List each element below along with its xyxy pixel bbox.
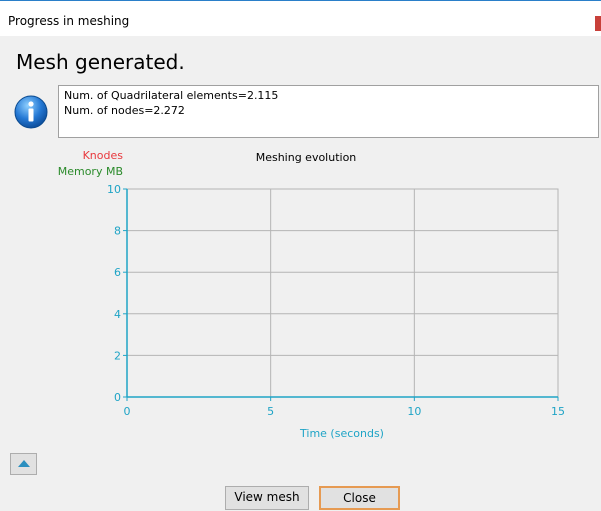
y-axis-label-knodes: Knodes	[83, 149, 124, 162]
chart-title: Meshing evolution	[256, 151, 357, 164]
view-mesh-button[interactable]: View mesh	[225, 486, 309, 510]
y-tick-label: 2	[114, 349, 121, 362]
x-tick-label: 15	[551, 405, 565, 418]
meshing-evolution-chart: 0 5 10 15 0 2 4 6 8 10 Meshing evolution Knodes M…	[58, 149, 565, 440]
window-title: Progress in meshing	[8, 14, 130, 28]
y-tick-label: 0	[114, 391, 121, 404]
title-bar: Progress in meshing	[0, 0, 601, 36]
status-heading: Mesh generated.	[16, 50, 185, 74]
plot-frame	[126, 188, 559, 398]
chart-axes: 0 5 10 15 0 2 4 6 8 10	[107, 183, 565, 418]
close-button[interactable]: Close	[319, 486, 400, 510]
message-elements: Num. of Quadrilateral elements=2.115	[64, 89, 279, 102]
x-axis-label: Time (seconds)	[299, 427, 384, 440]
collapse-button[interactable]	[10, 453, 37, 475]
close-window-button[interactable]	[595, 16, 601, 31]
message-nodes: Num. of nodes=2.272	[64, 104, 185, 117]
y-tick-label: 10	[107, 183, 121, 196]
y-tick-label: 6	[114, 266, 121, 279]
triangle-up-icon	[18, 460, 30, 467]
message-box: Num. of Quadrilateral elements=2.115 Num…	[58, 85, 599, 138]
x-tick-label: 0	[124, 405, 131, 418]
x-tick-label: 10	[407, 405, 421, 418]
x-tick-label: 5	[267, 405, 274, 418]
y-tick-label: 4	[114, 308, 121, 321]
y-axis-label-memory: Memory MB	[58, 165, 123, 178]
info-icon	[14, 95, 48, 129]
y-tick-label: 8	[114, 225, 121, 238]
chart-grid	[126, 188, 559, 398]
